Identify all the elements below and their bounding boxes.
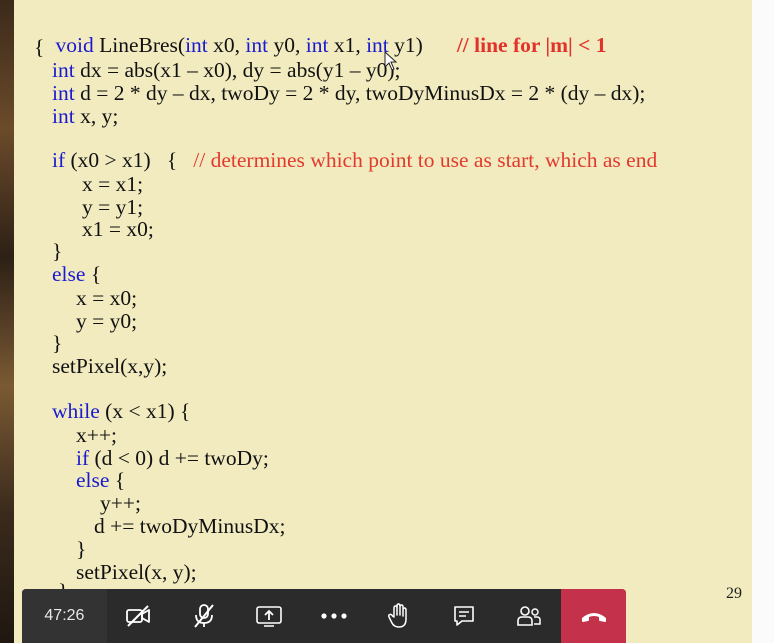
code-line: if (x0 > x1) { // determines which point… bbox=[52, 149, 657, 171]
share-screen-button[interactable] bbox=[237, 589, 302, 643]
keyword: else bbox=[76, 468, 110, 492]
code-text: (d < 0) d += twoDy; bbox=[89, 446, 269, 470]
code-text: dx = abs(x1 – x0), dy = abs(y1 – y0); bbox=[74, 58, 401, 82]
code-line: else { bbox=[76, 469, 125, 491]
code-line: else { bbox=[52, 263, 101, 285]
code-text: (x < x1) { bbox=[99, 399, 191, 423]
keyword: while bbox=[52, 399, 100, 423]
camera-off-icon bbox=[126, 605, 151, 627]
code-line: x = x0; bbox=[76, 286, 138, 310]
code-text: { bbox=[85, 262, 102, 286]
chat-button[interactable] bbox=[431, 589, 496, 643]
code-line: while (x < x1) { bbox=[52, 400, 190, 422]
window-edge-right bbox=[752, 0, 774, 643]
code-text: x1, bbox=[328, 33, 367, 57]
code-comment: // line for |m| < 1 bbox=[456, 33, 607, 57]
code-line: x1 = x0; bbox=[82, 217, 154, 241]
code-line: x = x1; bbox=[82, 172, 144, 196]
slide-number: 29 bbox=[726, 585, 742, 602]
raise-hand-button[interactable] bbox=[366, 589, 431, 643]
code-line: } bbox=[76, 537, 87, 561]
participants-button[interactable] bbox=[496, 589, 561, 643]
code-line: y = y0; bbox=[76, 309, 138, 333]
hang-up-button[interactable] bbox=[561, 589, 626, 643]
keyword: int bbox=[52, 104, 75, 128]
code-line: y++; bbox=[100, 491, 141, 515]
code-line: if (d < 0) d += twoDy; bbox=[76, 447, 269, 469]
keyword: int bbox=[52, 58, 75, 82]
code-line: setPixel(x,y); bbox=[52, 354, 168, 378]
meeting-call-controls: 47:26 bbox=[22, 589, 626, 643]
mic-off-icon bbox=[194, 604, 214, 628]
raise-hand-icon bbox=[387, 603, 407, 628]
code-text: { bbox=[109, 468, 126, 492]
chat-icon bbox=[453, 606, 474, 626]
code-line: int dx = abs(x1 – x0), dy = abs(y1 – y0)… bbox=[52, 59, 401, 81]
participants-icon bbox=[516, 606, 541, 626]
code-line: { bbox=[34, 35, 45, 59]
share-screen-icon bbox=[256, 606, 282, 627]
code-text: (x0 > x1) { bbox=[65, 148, 194, 172]
keyword: int bbox=[245, 33, 269, 57]
keyword: if bbox=[76, 446, 90, 470]
camera-toggle-button[interactable] bbox=[107, 589, 172, 643]
keyword: int bbox=[305, 33, 329, 57]
presentation-slide: void LineBres(int x0, int y0, int x1, in… bbox=[14, 0, 752, 643]
keyword: int bbox=[52, 81, 75, 105]
more-icon bbox=[321, 613, 347, 619]
code-line: x++; bbox=[76, 423, 117, 447]
more-actions-button[interactable] bbox=[302, 589, 367, 643]
background-strip-left bbox=[0, 0, 14, 643]
hang-up-icon bbox=[581, 613, 606, 622]
code-text: LineBres( bbox=[93, 33, 186, 57]
code-line: d += twoDyMinusDx; bbox=[94, 514, 286, 538]
code-line: } bbox=[52, 239, 63, 263]
code-line: setPixel(x, y); bbox=[76, 560, 197, 584]
call-timer: 47:26 bbox=[22, 589, 107, 643]
mouse-cursor-icon bbox=[384, 51, 398, 71]
code-line: y = y1; bbox=[82, 195, 144, 219]
keyword: int bbox=[185, 33, 208, 57]
code-comment: // determines which point to use as star… bbox=[193, 148, 658, 172]
code-text: x, y; bbox=[74, 104, 119, 128]
code-line: int x, y; bbox=[52, 105, 118, 127]
keyword: void bbox=[55, 33, 94, 57]
mic-toggle-button[interactable] bbox=[172, 589, 237, 643]
keyword: else bbox=[52, 262, 86, 286]
keyword: if bbox=[52, 148, 66, 172]
code-text: x0, bbox=[207, 33, 246, 57]
code-text: y0, bbox=[268, 33, 306, 57]
code-text: d = 2 * dy – dx, twoDy = 2 * dy, twoDyMi… bbox=[74, 81, 646, 105]
code-line: int d = 2 * dy – dx, twoDy = 2 * dy, two… bbox=[52, 82, 645, 104]
code-line: } bbox=[52, 331, 63, 355]
